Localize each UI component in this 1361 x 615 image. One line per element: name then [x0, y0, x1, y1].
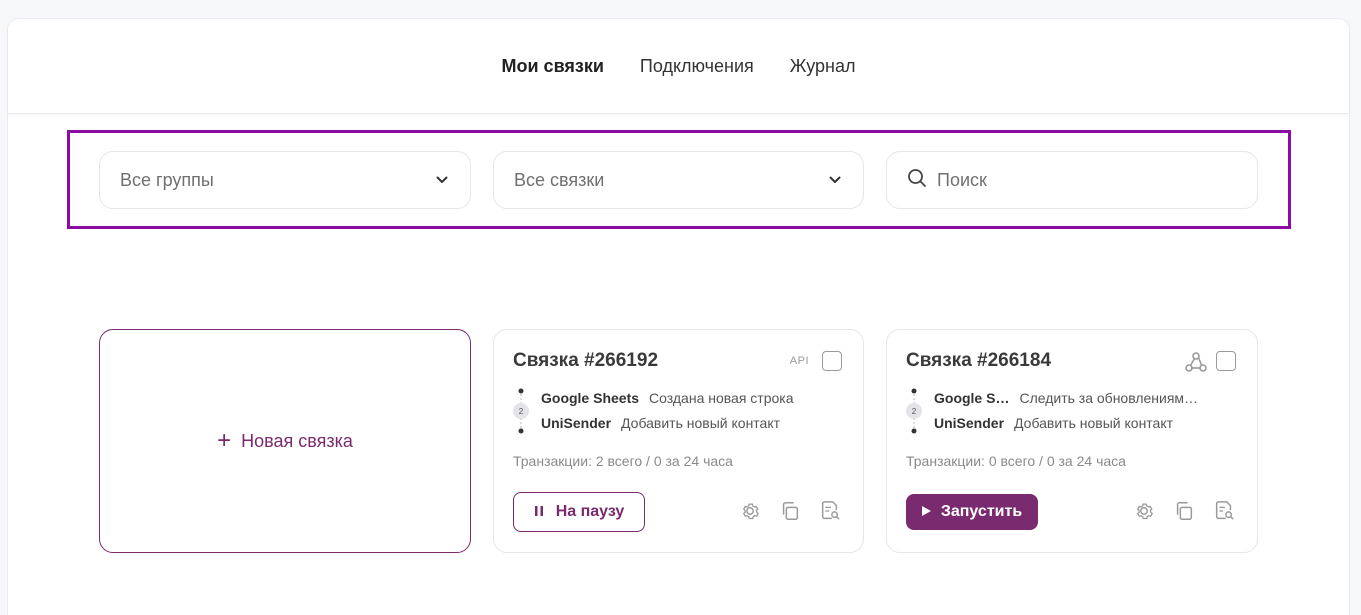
- card-select-checkbox[interactable]: [822, 351, 842, 371]
- search-icon: [907, 168, 927, 193]
- step-action: Следить за обновлениям…: [1019, 390, 1199, 406]
- run-button[interactable]: Запустить: [906, 494, 1038, 530]
- tab-journal[interactable]: Журнал: [790, 56, 856, 77]
- step-app: UniSender: [541, 415, 612, 431]
- steps-rail: 2: [513, 388, 529, 434]
- pause-button-label: На паузу: [555, 503, 625, 520]
- new-link-button[interactable]: + Новая связка: [99, 329, 471, 553]
- chevron-down-icon: [434, 172, 450, 188]
- groups-select-value: Все группы: [120, 169, 214, 190]
- tab-my-links[interactable]: Мои связки: [502, 56, 604, 77]
- step-row: Google S… Следить за обновлениям…: [934, 390, 1198, 406]
- copy-icon[interactable]: [779, 500, 801, 522]
- chevron-down-icon: [827, 172, 843, 188]
- log-search-icon[interactable]: [819, 500, 841, 522]
- gear-icon[interactable]: [739, 500, 761, 522]
- links-select[interactable]: Все связки: [493, 151, 864, 209]
- top-nav: Мои связки Подключения Журнал: [8, 19, 1349, 114]
- link-card: Связка #266184 2 Google S… Следить за обн…: [886, 329, 1258, 553]
- step-row: Google Sheets Создана новая строка: [541, 390, 794, 406]
- run-button-label: Запустить: [940, 503, 1023, 520]
- pause-button[interactable]: На паузу: [513, 492, 645, 532]
- card-actions: [739, 500, 841, 522]
- plus-icon: +: [217, 427, 232, 454]
- step-action: Создана новая строка: [649, 390, 794, 406]
- play-icon: [921, 503, 931, 521]
- card-select-checkbox[interactable]: [1216, 351, 1236, 371]
- api-badge: API: [789, 355, 809, 367]
- step-count-badge: 2: [906, 403, 922, 419]
- groups-select[interactable]: Все группы: [99, 151, 471, 209]
- copy-icon[interactable]: [1173, 500, 1195, 522]
- step-app: UniSender: [934, 415, 1005, 431]
- step-app: Google Sheets: [541, 390, 640, 406]
- link-card: Связка #266192 API 2 Google Sheets Создан…: [493, 329, 864, 553]
- card-title: Связка #266184: [906, 350, 1052, 371]
- pause-icon: [534, 503, 544, 521]
- step-app: Google S…: [934, 390, 1010, 406]
- steps-rail: 2: [906, 388, 922, 434]
- links-select-value: Все связки: [514, 169, 605, 190]
- search-input[interactable]: [937, 169, 1217, 191]
- step-count-badge: 2: [513, 403, 529, 419]
- transactions-text: Транзакции: 0 всего / 0 за 24 часа: [906, 453, 1126, 469]
- transactions-text: Транзакции: 2 всего / 0 за 24 часа: [513, 453, 733, 469]
- step-row: UniSender Добавить новый контакт: [541, 415, 780, 431]
- new-link-label: Новая связка: [241, 430, 353, 451]
- step-action: Добавить новый контакт: [621, 415, 781, 431]
- gear-icon[interactable]: [1133, 500, 1155, 522]
- search-field: [886, 151, 1258, 209]
- tab-connections[interactable]: Подключения: [640, 56, 754, 77]
- step-action: Добавить новый контакт: [1014, 415, 1174, 431]
- step-row: UniSender Добавить новый контакт: [934, 415, 1173, 431]
- card-title: Связка #266192: [513, 350, 659, 371]
- card-actions: [1133, 500, 1235, 522]
- log-search-icon[interactable]: [1213, 500, 1235, 522]
- webhook-icon: [1183, 349, 1209, 375]
